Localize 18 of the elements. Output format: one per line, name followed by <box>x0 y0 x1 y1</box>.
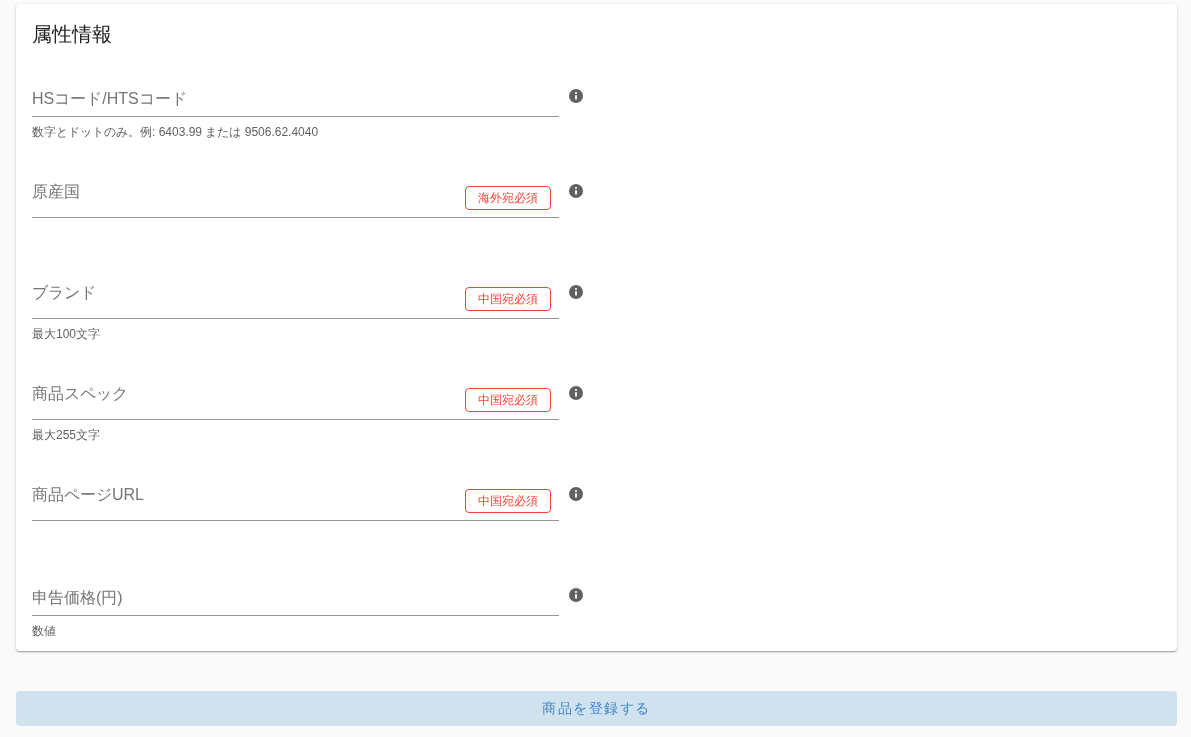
info-icon[interactable] <box>569 89 583 103</box>
required-badge: 中国宛必須 <box>465 388 551 412</box>
info-icon[interactable] <box>569 386 583 400</box>
info-icon[interactable] <box>569 285 583 299</box>
text-field[interactable]: HSコード/HTSコード <box>32 82 559 117</box>
helper-text: 数値 <box>32 623 56 639</box>
info-icon[interactable] <box>569 184 583 198</box>
info-icon[interactable] <box>569 487 583 501</box>
section-title: 属性情報 <box>32 22 112 47</box>
required-badge: 海外宛必須 <box>465 186 551 210</box>
info-icon[interactable] <box>569 588 583 602</box>
register-product-button[interactable]: 商品を登録する <box>16 691 1177 726</box>
required-badge: 中国宛必須 <box>465 489 551 513</box>
helper-text: 最大100文字 <box>32 326 101 342</box>
required-badge: 中国宛必須 <box>465 287 551 311</box>
text-field[interactable]: 申告価格(円) <box>32 581 559 616</box>
helper-text: 最大255文字 <box>32 427 101 443</box>
helper-text: 数字とドットのみ。例: 6403.99 または 9506.62.4040 <box>32 124 319 140</box>
